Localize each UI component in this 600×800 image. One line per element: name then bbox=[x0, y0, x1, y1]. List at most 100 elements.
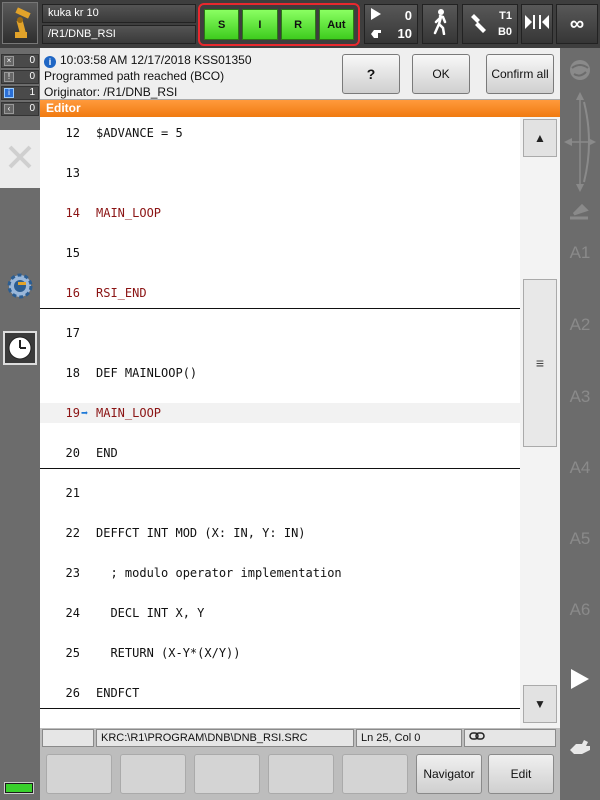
code-editor[interactable]: 12 $ADVANCE = 5 13 14 MAIN_LOOP 15 16 RSI_END 17… bbox=[40, 117, 520, 728]
override-indicator[interactable]: 0 10 bbox=[364, 4, 418, 44]
line-number: 26 bbox=[65, 686, 80, 700]
error-counter[interactable]: × 0 bbox=[1, 54, 39, 68]
current-code-line[interactable]: 19 ➡ MAIN_LOOP bbox=[40, 403, 520, 423]
drives-status[interactable]: I bbox=[242, 9, 278, 40]
submit-interpreter-status[interactable]: S bbox=[204, 9, 240, 40]
line-number: 14 bbox=[65, 206, 80, 220]
program-override-value: 0 bbox=[404, 8, 412, 23]
scroll-down-button[interactable]: ▼ bbox=[523, 685, 557, 723]
axis-a1-label[interactable]: A1 bbox=[560, 243, 600, 263]
top-status-bar: kuka kr 10 /R1/DNB_RSI S I R Aut 0 10 T1… bbox=[0, 0, 600, 48]
space-mouse-icon[interactable] bbox=[564, 92, 596, 197]
code-line[interactable]: 18 DEF MAINLOOP() bbox=[40, 363, 520, 383]
clock-icon bbox=[3, 330, 37, 370]
tool-base-indicator[interactable]: T1 B0 bbox=[462, 4, 518, 44]
stop-icon: ! bbox=[4, 72, 14, 82]
increment-value[interactable]: ∞ bbox=[556, 4, 598, 44]
code-line[interactable]: 17 bbox=[40, 323, 520, 343]
enabling-hand-icon[interactable] bbox=[568, 738, 592, 763]
scroll-thumb[interactable]: ≡ bbox=[523, 279, 557, 447]
edit-button[interactable]: Edit bbox=[488, 754, 554, 794]
code-line[interactable]: 22 DEFFCT INT MOD (X: IN, Y: IN) bbox=[40, 523, 520, 543]
softkey-1[interactable] bbox=[46, 754, 112, 794]
code-line[interactable]: 25 RETURN (X-Y*(X/Y)) bbox=[40, 643, 520, 663]
base-number: B0 bbox=[497, 26, 512, 38]
current-line-arrow-icon: ➡ bbox=[81, 406, 89, 420]
line-number: 15 bbox=[65, 246, 80, 260]
line-number: 20 bbox=[65, 446, 80, 460]
line-code: MAIN_LOOP bbox=[96, 206, 162, 220]
clock-button[interactable] bbox=[2, 330, 38, 370]
jog-mode-button[interactable] bbox=[422, 4, 458, 44]
line-code: END bbox=[96, 446, 118, 460]
line-code: DEFFCT INT MOD (X: IN, Y: IN) bbox=[96, 526, 306, 540]
robot-info[interactable]: kuka kr 10 /R1/DNB_RSI bbox=[42, 4, 196, 44]
line-code: DEF MAINLOOP() bbox=[96, 366, 198, 380]
robot-logo-icon[interactable] bbox=[2, 2, 38, 44]
axis-a2-label[interactable]: A2 bbox=[560, 315, 600, 335]
editor-status-line: KRC:\R1\PROGRAM\DNB\DNB_RSI.SRC Ln 25, C… bbox=[40, 728, 560, 748]
code-line[interactable]: 20 END bbox=[40, 443, 520, 463]
navigator-button[interactable]: Navigator bbox=[416, 754, 482, 794]
info-counter[interactable]: i 1 bbox=[1, 86, 39, 100]
grip-icon: ≡ bbox=[535, 355, 545, 371]
code-line[interactable]: 16 RSI_END bbox=[40, 283, 520, 303]
code-line[interactable]: 26 ENDFCT bbox=[40, 683, 520, 703]
link-status bbox=[464, 729, 556, 747]
close-editor-button[interactable] bbox=[0, 130, 40, 188]
code-line[interactable]: 21 bbox=[40, 483, 520, 503]
softkey-4[interactable] bbox=[268, 754, 334, 794]
message-body: Programmed path reached (BCO) bbox=[44, 69, 225, 83]
globe-icon[interactable] bbox=[568, 58, 592, 87]
line-number: 13 bbox=[65, 166, 80, 180]
confirm-all-button[interactable]: Confirm all bbox=[486, 54, 554, 94]
operating-mode-status[interactable]: Aut bbox=[318, 9, 354, 40]
robot-interpreter-status[interactable]: R bbox=[280, 9, 316, 40]
softkey-5[interactable] bbox=[342, 754, 408, 794]
softkey-2[interactable] bbox=[120, 754, 186, 794]
close-icon bbox=[6, 143, 34, 176]
softkey-3[interactable] bbox=[194, 754, 260, 794]
code-line[interactable]: 15 bbox=[40, 243, 520, 263]
message-text: i 10:03:58 AM 12/17/2018 KSS01350 Program… bbox=[44, 52, 252, 100]
line-number: 24 bbox=[65, 606, 80, 620]
line-number: 25 bbox=[65, 646, 80, 660]
line-number: 18 bbox=[65, 366, 80, 380]
wait-icon: ‹ bbox=[4, 104, 14, 114]
help-button[interactable]: ? bbox=[342, 54, 400, 94]
message-timestamp: 10:03:58 AM 12/17/2018 KSS01350 bbox=[60, 53, 252, 67]
walking-person-icon bbox=[431, 8, 449, 40]
axis-a4-label[interactable]: A4 bbox=[560, 458, 600, 478]
wait-counter[interactable]: ‹ 0 bbox=[1, 102, 39, 116]
incremental-jog-button[interactable] bbox=[521, 4, 553, 44]
fold-separator bbox=[40, 468, 520, 469]
editor-title-bar: Editor bbox=[40, 100, 560, 117]
jog-tool-icon[interactable] bbox=[568, 200, 592, 227]
chevron-up-icon: ▲ bbox=[534, 131, 546, 145]
axis-a6-label[interactable]: A6 bbox=[560, 600, 600, 620]
vertical-scrollbar[interactable]: ▲ ≡ ▼ bbox=[520, 117, 560, 728]
stop-counter[interactable]: ! 0 bbox=[1, 70, 39, 84]
axis-a3-label[interactable]: A3 bbox=[560, 387, 600, 407]
line-number: 12 bbox=[65, 126, 80, 140]
ok-button[interactable]: OK bbox=[412, 54, 470, 94]
message-window[interactable]: i 10:03:58 AM 12/17/2018 KSS01350 Program… bbox=[40, 48, 560, 100]
chevron-down-icon: ▼ bbox=[534, 697, 546, 711]
code-line[interactable]: 13 bbox=[40, 163, 520, 183]
status-field-empty bbox=[42, 729, 94, 747]
jog-override-value: 10 bbox=[397, 26, 412, 41]
start-icon[interactable] bbox=[570, 668, 590, 695]
code-line[interactable]: 23 ; modulo operator implementation bbox=[40, 563, 520, 583]
line-code: MAIN_LOOP bbox=[96, 406, 162, 420]
code-line[interactable]: 24 DECL INT X, Y bbox=[40, 603, 520, 623]
battery-fill bbox=[6, 784, 32, 792]
link-icon bbox=[469, 732, 485, 744]
axis-a5-label[interactable]: A5 bbox=[560, 529, 600, 549]
code-line[interactable]: 14 MAIN_LOOP bbox=[40, 203, 520, 223]
program-path: /R1/DNB_RSI bbox=[42, 25, 196, 44]
fold-separator bbox=[40, 308, 520, 309]
code-line[interactable]: 12 $ADVANCE = 5 bbox=[40, 123, 520, 143]
settings-button[interactable] bbox=[2, 270, 38, 306]
message-originator: Originator: /R1/DNB_RSI bbox=[44, 85, 178, 99]
scroll-up-button[interactable]: ▲ bbox=[523, 119, 557, 157]
